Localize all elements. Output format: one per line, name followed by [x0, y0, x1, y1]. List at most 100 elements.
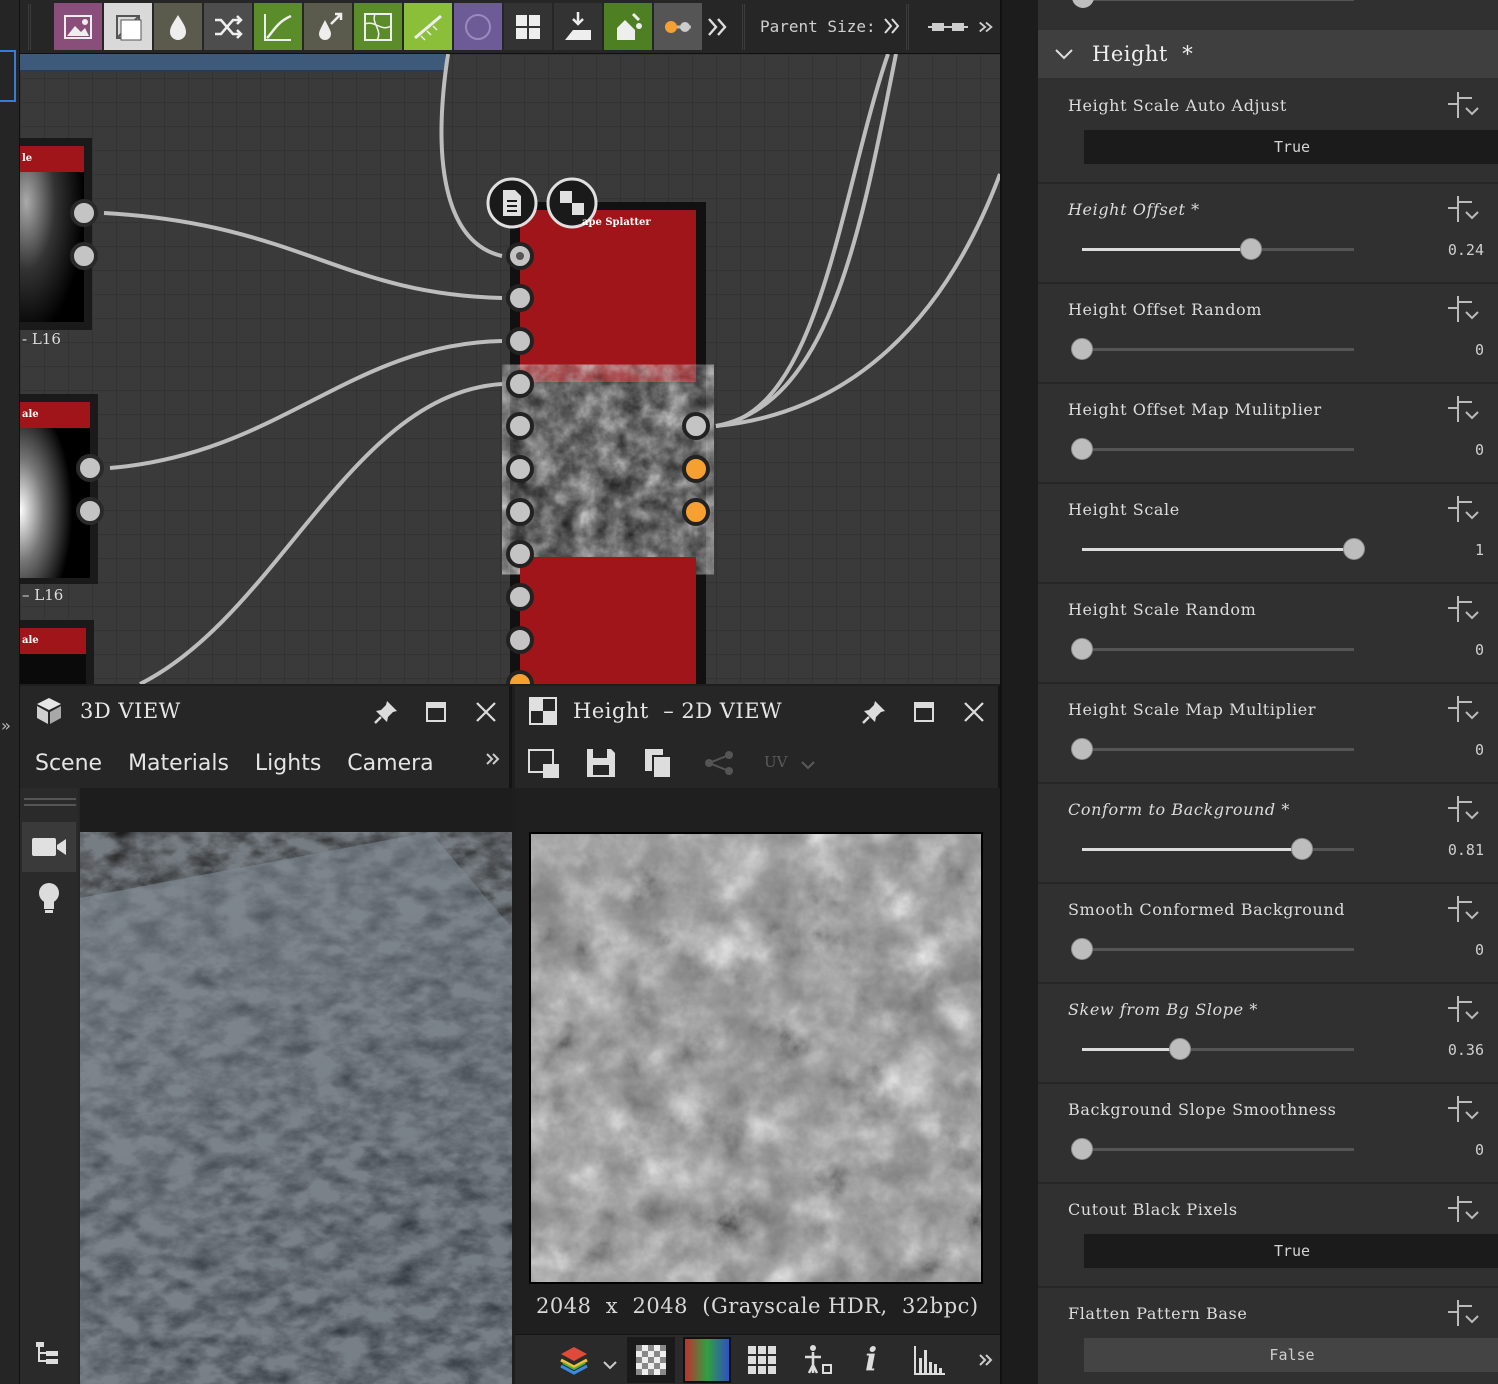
maximize-icon[interactable]: [910, 698, 938, 726]
parent-size-dropdown-icon[interactable]: [882, 16, 902, 36]
view-2d-canvas[interactable]: 2048 x 2048 (Grayscale HDR, 32bpc): [515, 788, 1000, 1334]
uv-dropdown-icon[interactable]: [800, 756, 816, 775]
layers-icon[interactable]: [559, 1345, 589, 1381]
histogram-icon[interactable]: [913, 1344, 947, 1380]
share-nodes-icon[interactable]: [703, 750, 735, 780]
property-slider[interactable]: [1082, 838, 1354, 860]
import-icon[interactable]: [554, 3, 602, 50]
property-value[interactable]: 0: [1475, 641, 1484, 659]
paint-icon[interactable]: [604, 3, 652, 50]
reset-value-icon[interactable]: [1446, 292, 1482, 326]
partial-slider-knob[interactable]: [1072, 0, 1094, 8]
slider-knob[interactable]: [1071, 938, 1093, 960]
water-drop-icon[interactable]: [154, 3, 202, 50]
parent-size-control[interactable]: Parent Size:: [760, 16, 902, 36]
property-slider[interactable]: [1082, 238, 1354, 260]
checkerboard-icon[interactable]: [627, 1337, 675, 1383]
light-bulb-icon[interactable]: [22, 876, 76, 920]
property-toggle[interactable]: True: [1084, 130, 1498, 164]
height-section-header[interactable]: Height *: [1038, 30, 1498, 78]
slider-knob[interactable]: [1071, 638, 1093, 660]
height-map-preview[interactable]: [529, 832, 983, 1284]
slider-knob[interactable]: [1071, 338, 1093, 360]
close-icon[interactable]: [472, 698, 500, 726]
shuffle-icon[interactable]: [204, 3, 252, 50]
tab-lights[interactable]: Lights: [255, 751, 321, 776]
warp-icon[interactable]: [354, 3, 402, 50]
property-value[interactable]: 0: [1475, 741, 1484, 759]
slider-knob[interactable]: [1071, 438, 1093, 460]
curve-icon[interactable]: [254, 3, 302, 50]
property-value[interactable]: 0: [1475, 941, 1484, 959]
circle-icon[interactable]: [454, 3, 502, 50]
view-3d-viewport[interactable]: [80, 788, 512, 1384]
connector-icon[interactable]: [924, 3, 972, 50]
property-slider[interactable]: [1071, 638, 1354, 660]
reset-value-icon[interactable]: [1446, 592, 1482, 626]
maximize-icon[interactable]: [422, 698, 450, 726]
toolbar-more-icon[interactable]: [700, 3, 736, 50]
tabs-overflow-icon[interactable]: [484, 750, 502, 772]
property-slider[interactable]: [1071, 338, 1354, 360]
property-slider[interactable]: [1082, 1038, 1354, 1060]
export-icon[interactable]: [527, 748, 561, 784]
reset-value-icon[interactable]: [1446, 692, 1482, 726]
color-channels-icon[interactable]: [683, 1337, 731, 1383]
property-toggle[interactable]: True: [1084, 1234, 1498, 1268]
tab-materials[interactable]: Materials: [128, 751, 229, 776]
left-node-3[interactable]: [20, 620, 94, 684]
left-node-1[interactable]: [20, 138, 92, 330]
layers-dropdown-icon[interactable]: [603, 1355, 617, 1374]
bottom-overflow-icon[interactable]: [977, 1351, 995, 1373]
copy-icon[interactable]: [643, 747, 673, 783]
image-icon[interactable]: [54, 3, 102, 50]
node-document-icon[interactable]: [486, 177, 538, 229]
tab-scene[interactable]: Scene: [35, 751, 102, 776]
slider-knob[interactable]: [1343, 538, 1365, 560]
save-icon[interactable]: [585, 747, 617, 783]
slider-knob[interactable]: [1071, 738, 1093, 760]
measure-icon[interactable]: [801, 1343, 835, 1381]
reset-value-icon[interactable]: [1446, 992, 1482, 1026]
pin-icon[interactable]: [372, 698, 400, 726]
slider-knob[interactable]: [1071, 1138, 1093, 1160]
slider-knob[interactable]: [1239, 238, 1262, 260]
slider-icon[interactable]: [654, 3, 702, 50]
info-icon[interactable]: i: [865, 1341, 877, 1377]
tab-camera[interactable]: Camera: [347, 751, 433, 776]
grid-icon[interactable]: [504, 3, 552, 50]
reset-value-icon[interactable]: [1446, 492, 1482, 526]
gradient-ramp-icon[interactable]: [404, 3, 452, 50]
pin-icon[interactable]: [860, 698, 888, 726]
property-value[interactable]: 1: [1475, 541, 1484, 559]
expand-chevron-icon[interactable]: »: [1, 716, 11, 735]
property-value[interactable]: 0: [1475, 341, 1484, 359]
node-input-socket-orange[interactable]: [506, 670, 534, 684]
property-slider[interactable]: [1071, 738, 1354, 760]
tile-grid-icon[interactable]: [747, 1345, 777, 1379]
uniform-color-icon[interactable]: [104, 3, 152, 50]
close-icon[interactable]: [960, 698, 988, 726]
slider-knob[interactable]: [1168, 1038, 1191, 1060]
dropper-icon[interactable]: [304, 3, 352, 50]
collapse-chevron-icon[interactable]: [1054, 47, 1074, 61]
reset-value-icon[interactable]: [1446, 792, 1482, 826]
left-node-2[interactable]: [20, 394, 98, 584]
property-slider[interactable]: [1082, 538, 1365, 560]
property-value[interactable]: 0: [1475, 441, 1484, 459]
shape-splatter-node[interactable]: [510, 202, 706, 684]
property-slider[interactable]: [1071, 938, 1354, 960]
slider-knob[interactable]: [1291, 838, 1314, 860]
property-value[interactable]: 0.36: [1448, 1041, 1484, 1059]
node-graph[interactable]: le - L16 ale – L16 ale ape Splatter: [20, 54, 1000, 684]
reset-value-icon[interactable]: [1446, 88, 1482, 122]
reset-value-icon[interactable]: [1446, 192, 1482, 226]
reset-value-icon[interactable]: [1446, 1192, 1482, 1226]
property-slider[interactable]: [1071, 1138, 1354, 1160]
node-output-sockets[interactable]: [682, 412, 710, 526]
uv-label[interactable]: UV: [764, 753, 787, 771]
property-value[interactable]: 0.24: [1448, 241, 1484, 259]
camera-icon[interactable]: [22, 822, 76, 872]
property-toggle[interactable]: False: [1084, 1338, 1498, 1372]
property-value[interactable]: 0.81: [1448, 841, 1484, 859]
